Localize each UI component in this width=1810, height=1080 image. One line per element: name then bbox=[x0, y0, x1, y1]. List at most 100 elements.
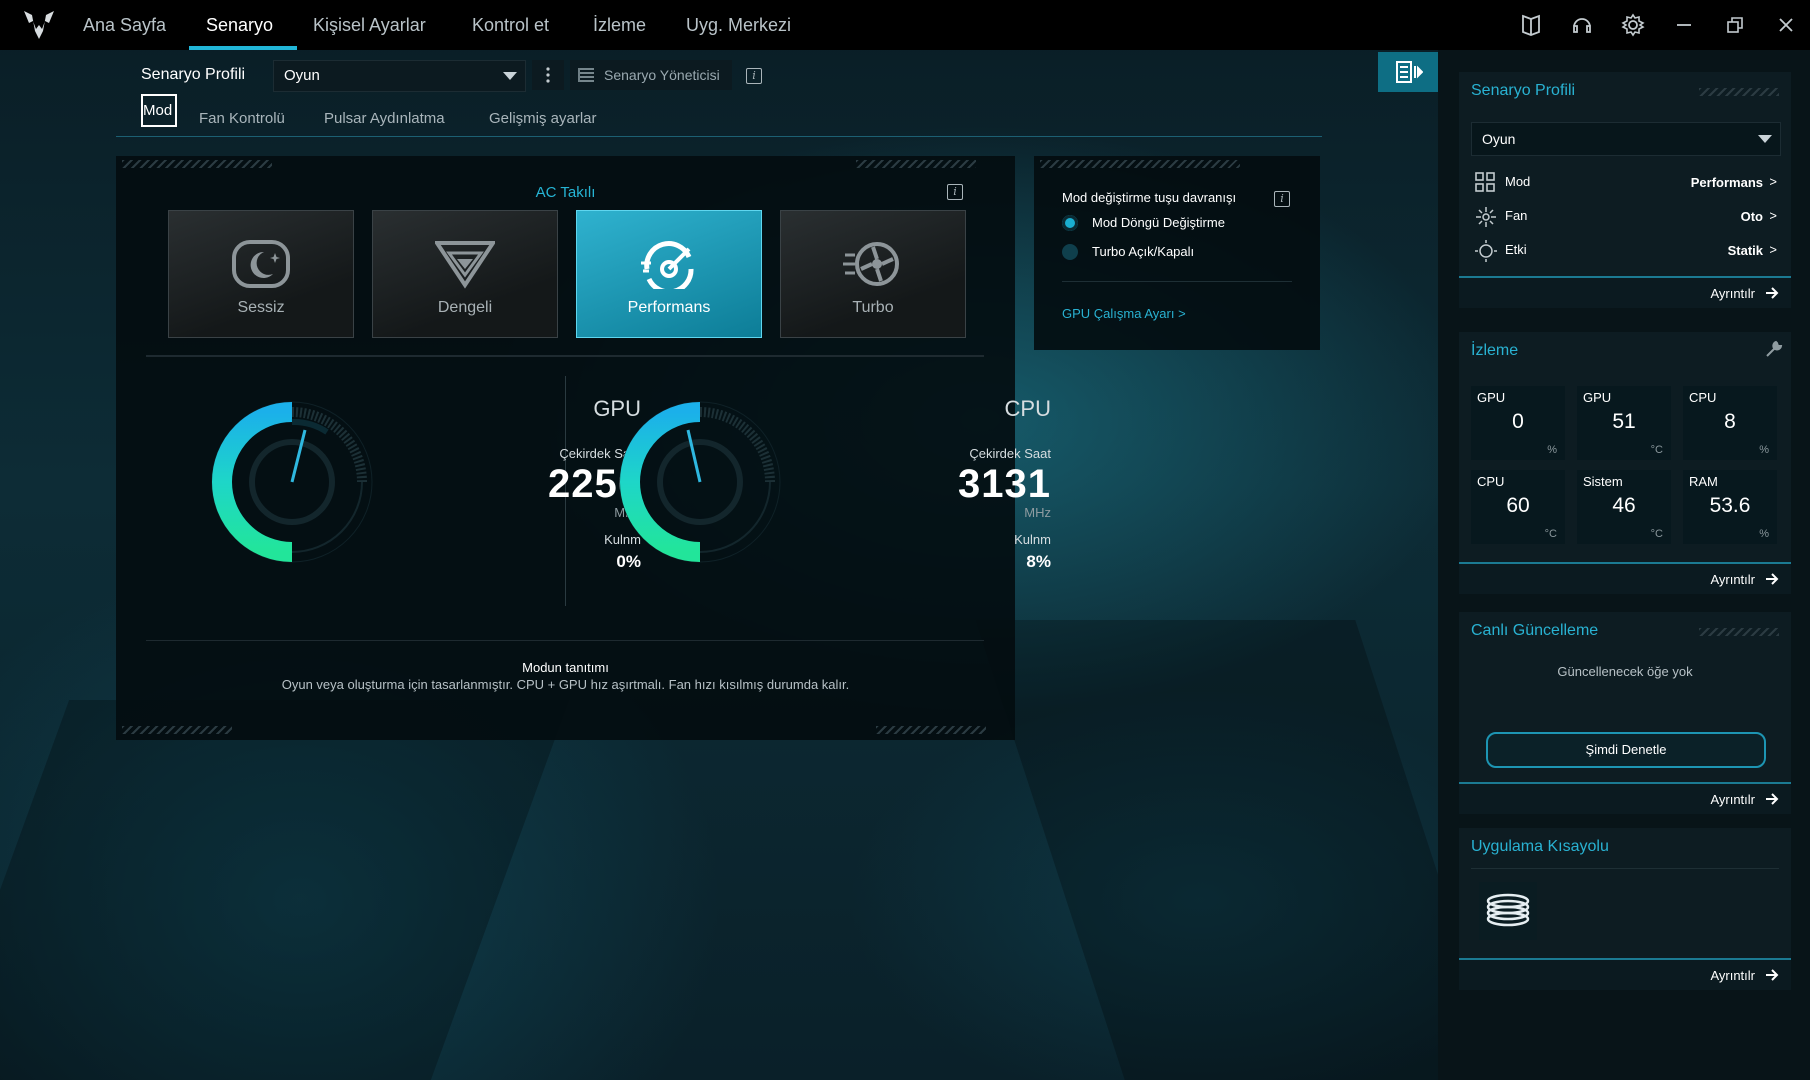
mode-description-title: Modun tanıtımı bbox=[522, 660, 609, 675]
tile-value: 53.6 bbox=[1709, 494, 1751, 517]
cpu-clock-unit: MHz bbox=[1024, 505, 1051, 520]
sidebar-row-etki-value[interactable]: Statik bbox=[1728, 243, 1763, 258]
card-footer-details[interactable]: Ayrıntılr bbox=[1459, 958, 1791, 990]
sidebar-row-mod-value[interactable]: Performans bbox=[1691, 175, 1763, 190]
mode-description-text: Oyun veya oluşturma için tasarlanmıştır.… bbox=[281, 677, 850, 692]
details-link[interactable]: Ayrıntılr bbox=[1710, 572, 1755, 587]
sidebar-row-fan-value[interactable]: Oto bbox=[1741, 209, 1763, 224]
predator-logo-icon bbox=[24, 11, 54, 39]
radio-turbo-toggle[interactable] bbox=[1062, 244, 1078, 260]
restore-window-icon[interactable] bbox=[1723, 13, 1747, 37]
info-icon[interactable]: i bbox=[1274, 191, 1290, 207]
sidebar-collapse-button[interactable] bbox=[1378, 52, 1438, 92]
book-icon[interactable] bbox=[1519, 13, 1543, 37]
lighting-effect-icon bbox=[1475, 240, 1497, 262]
subtab-gelismis-ayarlar[interactable]: Gelişmiş ayarlar bbox=[489, 110, 597, 127]
mode-card-performans[interactable]: Performans bbox=[576, 210, 762, 338]
subtab-pulsar-aydinlatma[interactable]: Pulsar Aydınlatma bbox=[324, 110, 445, 127]
nav-tab-senaryo[interactable]: Senaryo bbox=[206, 0, 273, 50]
scenario-profile-card: Senaryo Profili Oyun Mod Performans > Fa… bbox=[1459, 72, 1791, 308]
tile-value: 8 bbox=[1724, 410, 1736, 433]
decorative-stripes bbox=[122, 726, 232, 734]
mode-card-turbo[interactable]: Turbo bbox=[780, 210, 966, 338]
scenario-profile-value: Oyun bbox=[284, 67, 320, 84]
arrow-right-icon bbox=[1766, 969, 1779, 981]
minimize-icon[interactable] bbox=[1672, 13, 1696, 37]
scenario-manager-button[interactable]: Senaryo Yöneticisi bbox=[570, 60, 732, 90]
more-options-button[interactable] bbox=[532, 60, 564, 90]
details-link[interactable]: Ayrıntılr bbox=[1710, 968, 1755, 983]
tile-value: 51 bbox=[1612, 410, 1636, 433]
tile-value: 0 bbox=[1512, 410, 1524, 433]
tile-unit: °C bbox=[1544, 528, 1557, 540]
mode-name: Dengeli bbox=[437, 299, 493, 316]
nav-tab-kisisel-ayarlar[interactable]: Kişisel Ayarlar bbox=[313, 0, 426, 50]
subtab-mod[interactable]: Mod bbox=[141, 94, 177, 127]
app-shortcut-tile[interactable] bbox=[1479, 882, 1537, 940]
decorative-stripes bbox=[1040, 160, 1240, 168]
nav-tab-izleme[interactable]: İzleme bbox=[593, 0, 646, 50]
divider bbox=[146, 355, 984, 357]
card-footer-details[interactable]: Ayrıntılr bbox=[1459, 276, 1791, 308]
chevron-right-icon: > bbox=[1769, 174, 1777, 189]
radio-turbo-toggle-label[interactable]: Turbo Açık/Kapalı bbox=[1092, 244, 1194, 259]
tile-value: 46 bbox=[1612, 494, 1636, 517]
mode-grid-icon bbox=[1475, 172, 1495, 192]
nav-tab-uyg-merkezi[interactable]: Uyg. Merkezi bbox=[686, 0, 791, 50]
card-title: İzleme bbox=[1471, 342, 1519, 359]
close-icon[interactable] bbox=[1774, 13, 1798, 37]
top-navigation-bar: Ana Sayfa Senaryo Kişisel Ayarlar Kontro… bbox=[0, 0, 1810, 50]
headset-icon[interactable] bbox=[1570, 13, 1594, 37]
mode-key-behavior-panel: Mod değiştirme tuşu davranışı i Mod Döng… bbox=[1034, 156, 1320, 350]
scenario-profile-dropdown[interactable]: Oyun bbox=[273, 60, 526, 92]
divider bbox=[1062, 281, 1292, 282]
info-icon[interactable]: i bbox=[947, 184, 963, 200]
tile-unit: °C bbox=[1650, 444, 1663, 456]
mode-card-sessiz[interactable]: Sessiz bbox=[168, 210, 354, 338]
decorative-stripes bbox=[1699, 88, 1779, 96]
live-update-card: Canlı Güncelleme Güncellenecek öğe yok Ş… bbox=[1459, 612, 1791, 814]
scenario-profile-label: Senaryo Profili bbox=[141, 66, 246, 83]
card-title: Canlı Güncelleme bbox=[1471, 622, 1599, 639]
monitor-tile-gpu-temp: GPU 51 °C bbox=[1577, 386, 1671, 460]
wrench-icon[interactable] bbox=[1765, 340, 1783, 358]
info-icon[interactable]: i bbox=[746, 68, 762, 84]
details-link[interactable]: Ayrıntılr bbox=[1710, 792, 1755, 807]
mode-card-dengeli[interactable]: Dengeli bbox=[372, 210, 558, 338]
sidebar-row-fan-label: Fan bbox=[1505, 208, 1528, 223]
mode-name: Turbo bbox=[852, 299, 894, 316]
nav-tab-kontrol-et[interactable]: Kontrol et bbox=[472, 0, 549, 50]
settings-gear-icon[interactable] bbox=[1621, 13, 1645, 37]
sidebar-profile-value: Oyun bbox=[1482, 131, 1516, 147]
radio-mode-cycle-label[interactable]: Mod Döngü Değiştirme bbox=[1092, 215, 1225, 230]
tile-label: GPU bbox=[1477, 390, 1506, 405]
monitor-tile-gpu-usage: GPU 0 % bbox=[1471, 386, 1565, 460]
power-source-label: AC Takılı bbox=[535, 184, 596, 201]
card-footer-details[interactable]: Ayrıntılr bbox=[1459, 562, 1791, 594]
tile-unit: % bbox=[1759, 444, 1769, 456]
nav-tab-ana-sayfa[interactable]: Ana Sayfa bbox=[83, 0, 166, 50]
tile-label: GPU bbox=[1583, 390, 1612, 405]
gpu-tuning-link[interactable]: GPU Çalışma Ayarı > bbox=[1062, 306, 1186, 321]
chevron-down-icon bbox=[503, 72, 517, 80]
performance-mode-icon bbox=[641, 241, 694, 289]
card-footer-details[interactable]: Ayrıntılr bbox=[1459, 782, 1791, 814]
tile-label: RAM bbox=[1689, 474, 1718, 489]
subtab-fan-kontrolu[interactable]: Fan Kontrolü bbox=[199, 110, 285, 127]
check-now-button[interactable]: Şimdi Denetle bbox=[1486, 732, 1766, 768]
monitor-tile-cpu-usage: CPU 8 % bbox=[1683, 386, 1777, 460]
card-title: Senaryo Profili bbox=[1471, 82, 1576, 99]
subtab-divider bbox=[116, 136, 1322, 137]
cpu-usage-label: Kulnm bbox=[1014, 532, 1051, 547]
tile-value: 60 bbox=[1506, 494, 1530, 517]
details-link[interactable]: Ayrıntılr bbox=[1710, 286, 1755, 301]
cpu-clock-gauge bbox=[619, 401, 781, 563]
scenario-manager-label: Senaryo Yöneticisi bbox=[604, 67, 720, 83]
mode-key-behavior-title: Mod değiştirme tuşu davranışı bbox=[1062, 190, 1237, 205]
update-status-text: Güncellenecek öğe yok bbox=[1557, 664, 1693, 679]
radio-mode-cycle[interactable] bbox=[1062, 215, 1078, 231]
sidebar-profile-dropdown[interactable]: Oyun bbox=[1471, 122, 1781, 156]
turbo-mode-icon bbox=[843, 242, 899, 286]
chevron-down-icon bbox=[1758, 135, 1772, 143]
tile-label: CPU bbox=[1689, 390, 1717, 405]
